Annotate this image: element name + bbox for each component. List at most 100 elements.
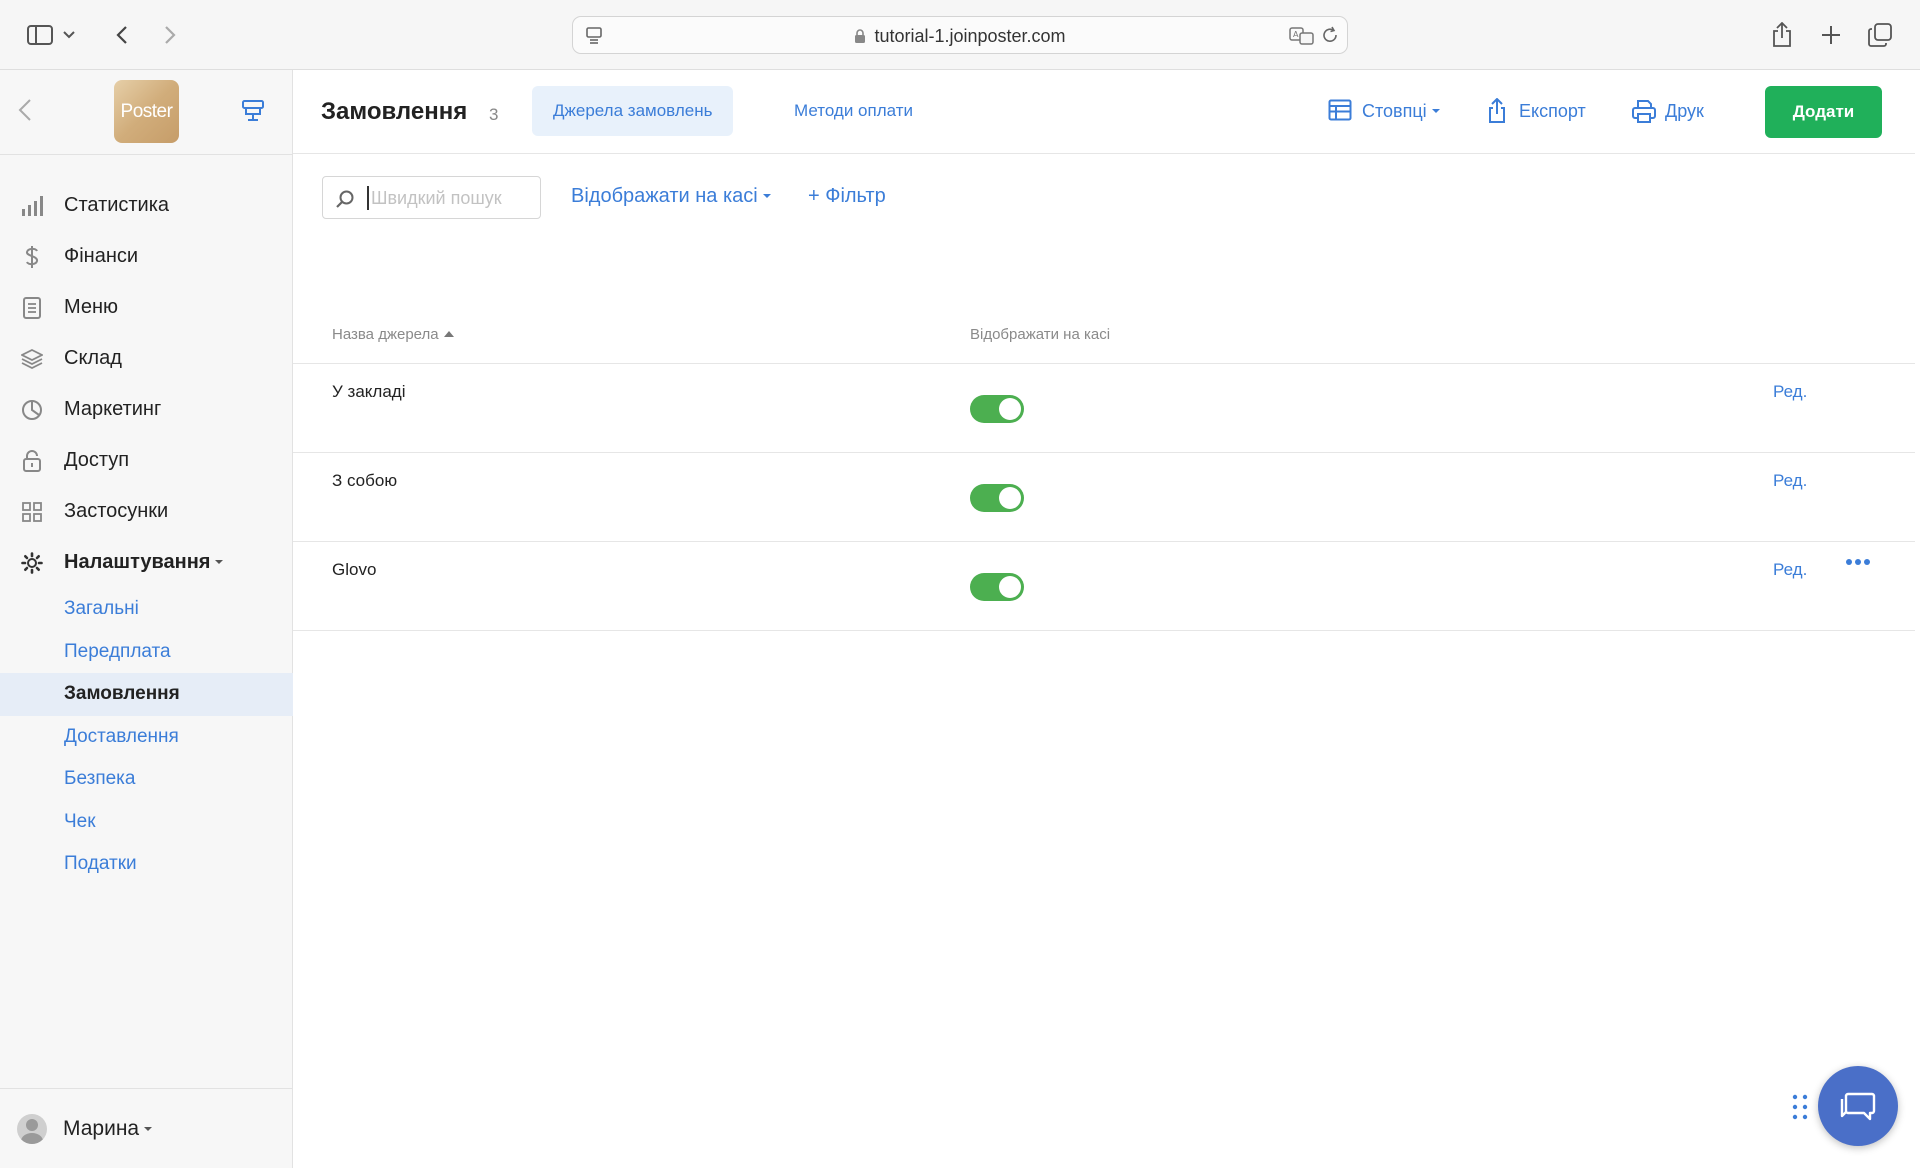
chat-button[interactable] <box>1818 1066 1898 1146</box>
reload-icon[interactable] <box>1321 26 1341 46</box>
tab-overview-icon[interactable] <box>1862 17 1898 53</box>
collapse-sidebar-icon[interactable] <box>18 98 42 126</box>
layers-icon <box>20 347 44 371</box>
source-name: Glovo <box>332 560 377 579</box>
logo-text: Poster <box>120 100 173 122</box>
chevron-down-icon <box>144 1126 153 1131</box>
gear-icon <box>20 551 44 575</box>
nav-item-settings[interactable]: Налаштування <box>0 537 293 588</box>
nav-item-warehouse[interactable]: Склад <box>0 333 293 384</box>
table-row: Glovo Ред. <box>293 542 1915 631</box>
nav-item-access[interactable]: Доступ <box>0 435 293 486</box>
nav-item-label: Склад <box>64 347 122 369</box>
drag-handle-icon[interactable] <box>1791 1093 1811 1123</box>
more-options-icon[interactable] <box>1845 558 1875 578</box>
search-input[interactable] <box>367 186 527 210</box>
sidebar-item-taxes[interactable]: Податки <box>0 843 293 886</box>
dollar-icon <box>20 245 44 269</box>
sidebar-item-receipt[interactable]: Чек <box>0 801 293 844</box>
main-content: Замовлення 3 Джерела замовлень Методи оп… <box>293 70 1920 1168</box>
search-icon <box>335 189 355 209</box>
tab-payment-methods[interactable]: Методи оплати <box>773 86 934 136</box>
sort-ascending-icon <box>443 331 454 337</box>
nav-item-label: Маркетинг <box>64 398 162 420</box>
forward-icon[interactable] <box>152 17 188 53</box>
lock-icon <box>20 449 44 473</box>
column-header-source-name[interactable]: Назва джерела <box>332 326 454 343</box>
chevron-down-icon <box>215 560 224 564</box>
settings-submenu: Загальні Передплата Замовлення Доставлен… <box>0 588 293 886</box>
table-row: З собою Ред. <box>293 453 1915 542</box>
chat-icon <box>1839 1089 1877 1123</box>
page-title: Замовлення <box>321 98 468 125</box>
columns-label: Стовпці <box>1362 100 1427 121</box>
export-label: Експорт <box>1519 100 1586 121</box>
column-header-label: Назва джерела <box>332 326 439 343</box>
lock-icon <box>854 29 866 43</box>
nav-item-label: Фінанси <box>64 245 139 267</box>
user-name-text: Марина <box>63 1116 140 1140</box>
display-on-pos-toggle[interactable] <box>970 395 1024 423</box>
sidebar-item-general[interactable]: Загальні <box>0 588 293 631</box>
display-filter-label: Відображати на касі <box>571 185 758 207</box>
items-count: 3 <box>489 105 499 124</box>
share-icon[interactable] <box>1764 17 1800 53</box>
main-navigation: Статистика Фінанси Меню Склад Маркетинг … <box>0 180 293 886</box>
url-text: tutorial-1.joinposter.com <box>573 26 1347 47</box>
columns-button[interactable]: Стовпці <box>1328 98 1440 124</box>
nav-item-label: Доступ <box>64 449 130 471</box>
url-value: tutorial-1.joinposter.com <box>874 26 1066 46</box>
sidebar-toggle-icon[interactable] <box>22 17 58 53</box>
sidebar-item-subscription[interactable]: Передплата <box>0 631 293 674</box>
edit-link[interactable]: Ред. <box>1773 471 1807 491</box>
nav-item-label: Меню <box>64 296 119 318</box>
export-button[interactable]: Експорт <box>1485 98 1586 124</box>
table-icon <box>1328 98 1354 124</box>
bar-chart-icon <box>20 194 44 218</box>
display-on-pos-toggle[interactable] <box>970 573 1024 601</box>
grid-icon <box>20 500 44 524</box>
source-name: У закладі <box>332 382 406 401</box>
nav-item-label: Налаштування <box>64 551 224 574</box>
display-on-pos-filter[interactable]: Відображати на касі <box>571 185 771 208</box>
address-bar[interactable]: tutorial-1.joinposter.com A <box>572 16 1348 54</box>
nav-item-menu[interactable]: Меню <box>0 282 293 333</box>
svg-text:A: A <box>1293 30 1299 39</box>
column-header-display-on-pos: Відображати на касі <box>970 326 1111 343</box>
pos-terminal-icon[interactable] <box>240 98 268 126</box>
nav-item-label: Статистика <box>64 194 170 216</box>
account-logo[interactable]: Poster <box>114 80 179 143</box>
document-icon <box>20 296 44 320</box>
source-name: З собою <box>332 471 398 490</box>
nav-item-label: Застосунки <box>64 500 169 522</box>
quick-search[interactable] <box>322 176 541 219</box>
browser-toolbar: tutorial-1.joinposter.com A <box>0 0 1920 70</box>
print-button[interactable]: Друк <box>1631 98 1704 124</box>
edit-link[interactable]: Ред. <box>1773 560 1807 580</box>
new-tab-icon[interactable] <box>1813 17 1849 53</box>
printer-icon <box>1631 98 1657 124</box>
sidebar-item-delivery[interactable]: Доставлення <box>0 716 293 759</box>
chevron-down-icon[interactable] <box>60 17 78 53</box>
export-icon <box>1485 98 1511 124</box>
chevron-down-icon <box>1431 109 1440 113</box>
tab-order-sources[interactable]: Джерела замовлень <box>532 86 734 136</box>
user-name: Марина <box>63 1116 153 1141</box>
sidebar-item-security[interactable]: Безпека <box>0 758 293 801</box>
table-header: Назва джерела Відображати на касі <box>293 295 1915 364</box>
nav-item-statistics[interactable]: Статистика <box>0 180 293 231</box>
settings-label-text: Налаштування <box>64 551 211 573</box>
back-icon[interactable] <box>104 17 140 53</box>
pie-chart-icon <box>20 398 44 422</box>
nav-item-finance[interactable]: Фінанси <box>0 231 293 282</box>
display-on-pos-toggle[interactable] <box>970 484 1024 512</box>
sidebar-item-orders[interactable]: Замовлення <box>0 673 293 716</box>
edit-link[interactable]: Ред. <box>1773 382 1807 402</box>
translate-icon[interactable]: A <box>1289 26 1315 46</box>
add-button[interactable]: Додати <box>1765 86 1882 138</box>
avatar <box>17 1113 47 1144</box>
user-menu[interactable]: Марина <box>0 1088 293 1168</box>
nav-item-apps[interactable]: Застосунки <box>0 486 293 537</box>
add-filter-button[interactable]: + Фільтр <box>808 185 886 208</box>
nav-item-marketing[interactable]: Маркетинг <box>0 384 293 435</box>
